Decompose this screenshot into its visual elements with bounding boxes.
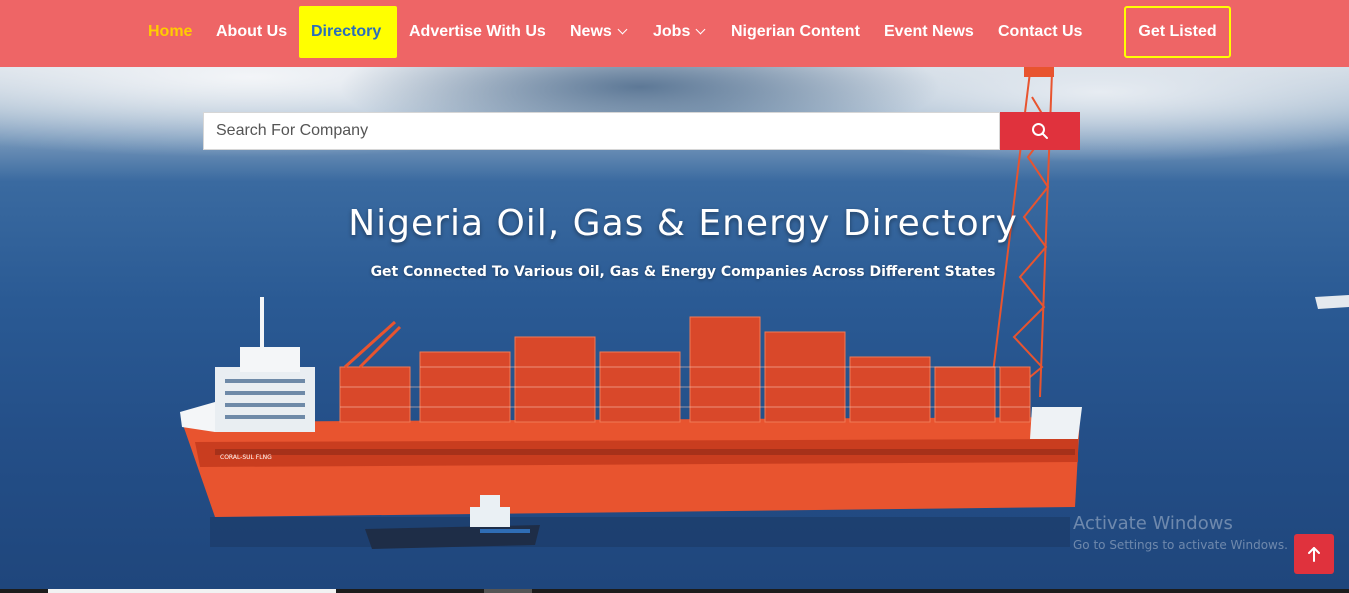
windows-activation-title: Activate Windows [1073, 513, 1233, 534]
bottom-page-strip [0, 589, 1349, 593]
get-listed-button[interactable]: Get Listed [1124, 6, 1231, 58]
nav-news-dropdown[interactable]: News [558, 6, 638, 58]
nav-jobs-dropdown[interactable]: Jobs [641, 6, 716, 58]
search-button[interactable] [1000, 112, 1080, 150]
vessel-name-label: CORAL-SUL FLNG [220, 454, 272, 461]
hero-subtitle: Get Connected To Various Oil, Gas & Ener… [370, 264, 996, 280]
nav-news-label: News [570, 23, 612, 40]
nav-event-news[interactable]: Event News [872, 6, 986, 58]
arrow-up-icon [1308, 547, 1320, 562]
nav-nigerian-content[interactable]: Nigerian Content [719, 6, 872, 58]
search-icon [1032, 123, 1048, 139]
nav-jobs-label: Jobs [653, 23, 691, 40]
windows-activation-subtitle: Go to Settings to activate Windows. [1073, 538, 1288, 552]
chevron-down-icon [617, 24, 628, 35]
nav-directory-label: Directory [311, 23, 382, 40]
company-search-input[interactable] [203, 112, 1000, 150]
back-to-top-button[interactable] [1294, 534, 1334, 574]
chevron-down-icon [695, 24, 706, 35]
nav-advertise-label: Advertise With Us [409, 23, 546, 40]
hero-title: Nigeria Oil, Gas & Energy Directory [348, 203, 1018, 244]
top-navbar: Home About Us Directory Advertise With U… [0, 0, 1349, 67]
nav-event-news-label: Event News [884, 23, 974, 40]
nav-contact-us[interactable]: Contact Us [986, 6, 1094, 58]
get-listed-label: Get Listed [1138, 23, 1217, 40]
bottom-strip-segment [484, 589, 532, 593]
nav-home[interactable]: Home [136, 6, 204, 58]
nav-home-label: Home [148, 23, 193, 40]
nav-about-label: About Us [216, 23, 288, 40]
nav-contact-label: Contact Us [998, 23, 1083, 40]
nav-nigerian-content-label: Nigerian Content [731, 23, 860, 40]
nav-advertise[interactable]: Advertise With Us [397, 6, 558, 58]
nav-directory[interactable]: Directory [299, 6, 397, 58]
bottom-strip-segment [48, 589, 336, 593]
nav-about-us[interactable]: About Us [204, 6, 299, 58]
